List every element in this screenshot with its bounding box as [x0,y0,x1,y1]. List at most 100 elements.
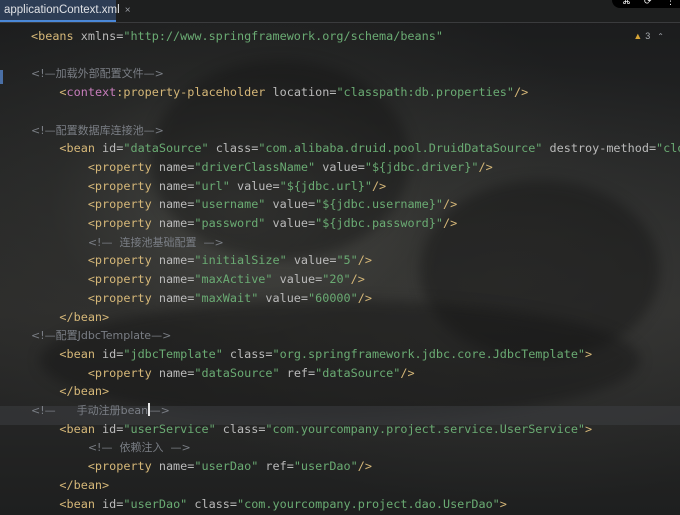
code-line[interactable]: <!—配置JdbcTemplate—> [31,326,171,345]
code-token: "classpath:db.properties" [336,85,514,100]
code-token: value= [265,197,316,212]
code-token: "password" [194,216,266,230]
code-token: "${jdbc.url}" [279,178,372,193]
code-token: </bean> [59,309,110,324]
code-token: <!—配置JdbcTemplate—> [31,329,172,343]
inspection-widget[interactable]: ▲ 3 ⌃ [633,31,664,41]
code-token: /> [350,272,365,287]
code-token: <!—加载外部配置文件—> [31,67,164,81]
code-line[interactable]: <property name="url" value="${jdbc.url}"… [31,177,386,196]
code-line[interactable]: <property name="driverClassName" value="… [31,158,493,177]
code-line[interactable]: <property name="maxActive" value="20"/> [31,270,365,289]
refresh-icon[interactable]: ⟳ [644,0,652,7]
code-token: class= [208,141,259,156]
chevron-up-icon[interactable]: ⌃ [657,32,664,41]
code-token: <!— 连接池基础配置 —> [87,235,224,249]
code-token: name= [151,159,195,174]
code-token: "${jdbc.password}" [315,216,443,230]
tab-label: applicationContext.xml [4,4,120,16]
warning-icon: ▲ [633,31,643,41]
code-token: "${jdbc.username}" [315,197,443,212]
close-icon[interactable]: × [125,5,131,16]
code-token: "5" [336,253,358,268]
code-token: xmlns= [73,29,124,43]
code-token: id= [94,421,124,436]
code-token: value= [258,290,309,305]
code-token: location= [265,85,337,100]
code-line[interactable]: <!—加载外部配置文件—> [31,64,164,83]
command-icon[interactable]: ⌘ [622,0,631,7]
code-line[interactable]: </bean> [31,382,109,401]
code-token: "userDao" [194,459,259,474]
code-line[interactable]: <bean id="jdbcTemplate" class="org.sprin… [31,345,592,364]
code-token: <property [87,459,152,474]
code-token: context [66,85,117,100]
code-line[interactable]: <property name="initialSize" value="5"/> [31,251,372,270]
code-token: beans [38,29,74,43]
code-token: </bean> [59,477,110,492]
code-line[interactable]: <property name="userDao" ref="userDao"/> [31,457,372,476]
gutter-change-marker [0,70,3,84]
code-line[interactable]: </bean> [31,308,109,327]
code-token: <property [87,253,152,268]
code-token: "org.springframework.jdbc.core.JdbcTempl… [272,346,586,361]
code-token: <property [87,197,152,212]
code-token: <bean [59,496,95,511]
code-line[interactable]: <property name="dataSource" ref="dataSou… [31,364,415,383]
code-token: name= [151,365,195,380]
code-token: value= [286,253,337,268]
code-token: > [585,346,593,361]
code-token: /> [371,178,387,193]
code-token: /> [357,459,372,474]
code-token: "driverClassName" [194,159,316,174]
code-token: ref= [279,365,316,380]
code-line[interactable]: <!— 手动注册bean —> [31,401,170,420]
code-token: name= [151,178,195,193]
more-icon[interactable]: ⋮ [666,0,675,7]
code-line[interactable]: <bean id="dataSource" class="com.alibaba… [31,139,680,158]
code-token: <property [87,178,152,193]
code-token: <!— 依赖注入 —> [87,441,191,455]
code-line[interactable]: <property name="maxWait" value="60000"/> [31,289,372,308]
code-token: /> [357,290,372,305]
code-line[interactable]: <beans xmlns="http://www.springframework… [31,27,443,46]
code-line[interactable]: <property name="username" value="${jdbc.… [31,195,457,214]
code-line[interactable]: <!— 依赖注入 —> [31,438,191,457]
code-token: > [585,421,593,436]
code-line[interactable]: <context:property-placeholder location="… [31,83,528,102]
code-token: id= [94,346,124,361]
code-token: value= [272,272,323,287]
code-token: value= [315,159,365,174]
code-token: "com.yourcompany.project.service.UserSer… [265,421,586,436]
code-token: <property [87,159,152,174]
code-token: < [59,85,67,100]
code-token: destroy-method= [542,141,657,156]
code-line[interactable]: <property name="password" value="${jdbc.… [31,214,457,233]
code-token: "${jdbc.driver}" [364,159,479,174]
code-token: "http://www.springframework.org/schema/b… [123,29,443,43]
code-line[interactable]: <bean id="userDao" class="com.yourcompan… [31,495,506,514]
code-token: "dataSource" [315,365,401,380]
code-token: "close" [656,141,680,156]
tab-application-context[interactable]: applicationContext.xml × [0,0,131,22]
code-line[interactable]: <!—配置数据库连接池—> [31,121,164,140]
code-token: class= [187,496,237,511]
code-token: —> [149,404,170,417]
code-token: /> [400,365,415,380]
code-line[interactable]: <!— 连接池基础配置 —> [31,233,224,252]
code-line[interactable]: </bean> [31,476,109,495]
code-line[interactable]: <bean id="userService" class="com.yourco… [31,420,592,439]
code-token: "url" [194,178,230,193]
code-token: "jdbcTemplate" [123,346,223,361]
